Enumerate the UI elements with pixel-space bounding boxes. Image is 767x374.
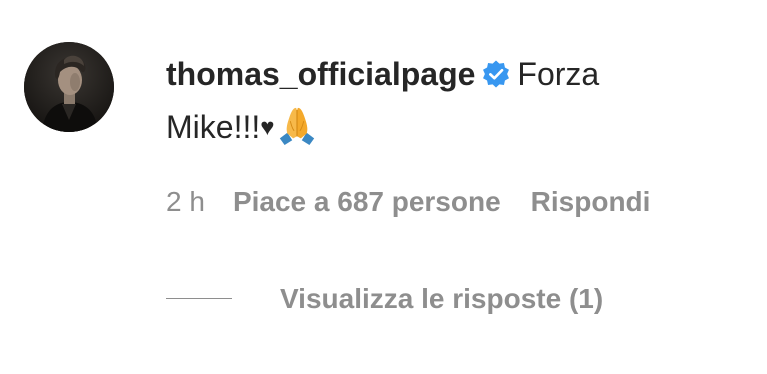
username-link[interactable]: thomas_officialpage (166, 56, 475, 92)
view-replies-button[interactable]: Visualizza le risposte (1) (166, 281, 603, 317)
reply-button[interactable]: Rispondi (531, 186, 651, 217)
likes-count-link[interactable]: Piace a 687 persone (233, 186, 501, 217)
comment-text-part1: Forza (517, 56, 600, 92)
profile-photo (24, 42, 114, 132)
comment-text-part2: Mike!!! (166, 109, 261, 145)
comment-timestamp[interactable]: 2 h (166, 186, 205, 217)
comment-text: thomas_officialpage Forza Mike!!!♥ (166, 48, 736, 154)
comment-meta: 2 h Piace a 687 persone Rispondi (166, 184, 650, 220)
replies-divider-line (166, 298, 232, 299)
view-replies-label: Visualizza le risposte (1) (280, 283, 604, 314)
folded-hands-emoji-icon (280, 107, 315, 146)
verified-badge-icon (483, 60, 510, 88)
avatar[interactable] (24, 42, 114, 132)
heart-symbol: ♥ (260, 114, 275, 141)
